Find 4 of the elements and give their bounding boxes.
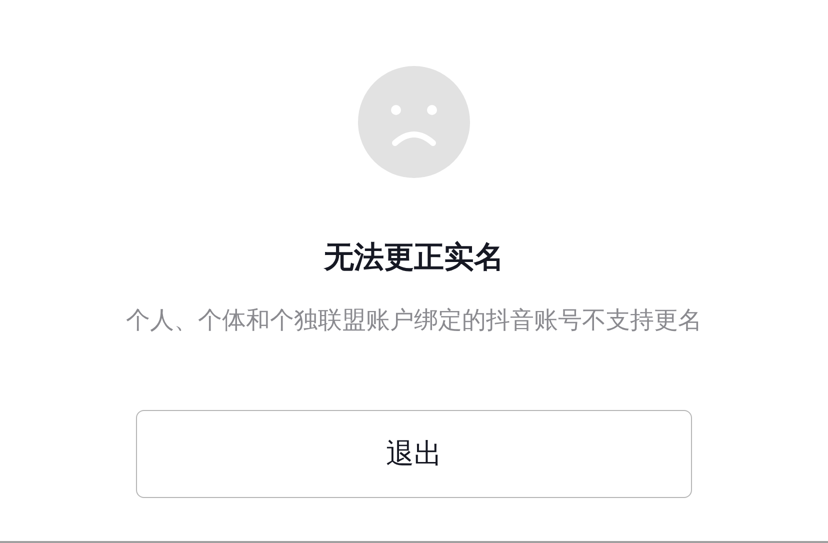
dialog-message: 个人、个体和个独联盟账户绑定的抖音账号不支持更名 (126, 305, 702, 336)
sad-face-icon (358, 66, 470, 178)
exit-button[interactable]: 退出 (136, 410, 692, 498)
dialog-title: 无法更正实名 (324, 239, 504, 277)
